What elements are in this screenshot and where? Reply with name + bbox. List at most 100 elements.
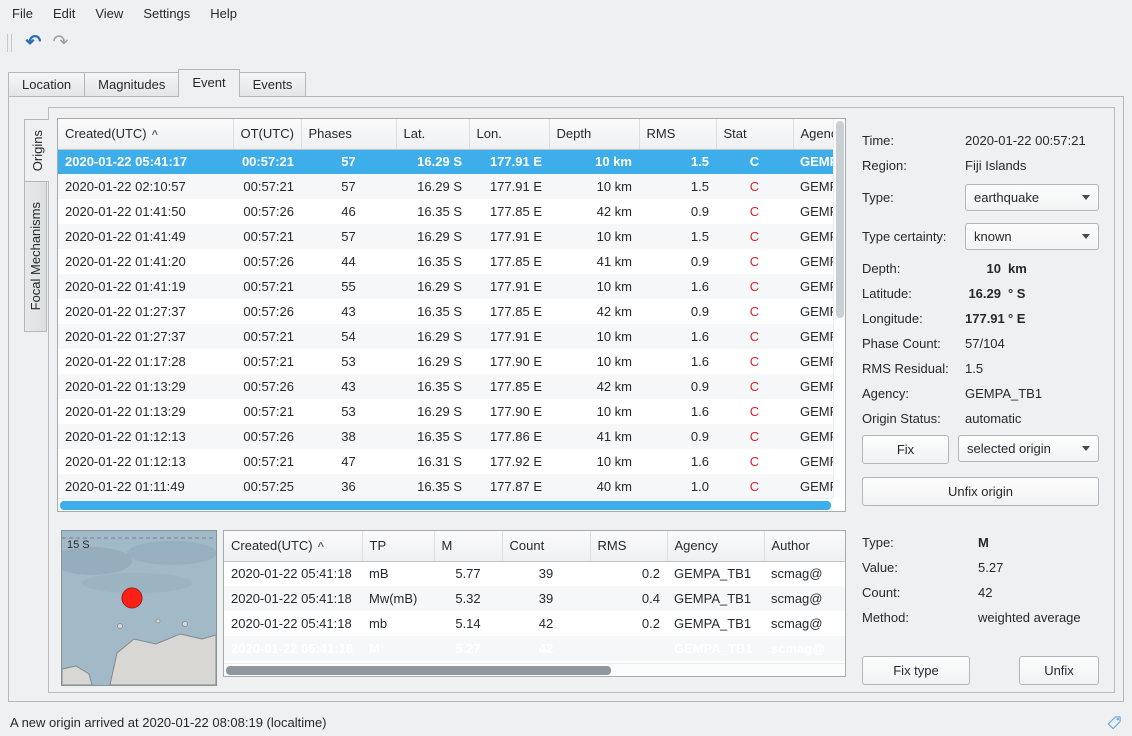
table-row[interactable]: 2020-01-22 01:41:1900:57:215516.29 S177.… <box>58 274 833 299</box>
table-row[interactable]: 2020-01-22 02:10:5700:57:215716.29 S177.… <box>58 174 833 199</box>
redo-button[interactable]: ↷ <box>47 30 74 57</box>
cell: 16.29 S <box>396 349 469 374</box>
column-header-rms[interactable]: RMS <box>590 531 667 561</box>
cell: 16.29 S <box>396 174 469 199</box>
cell: 0.2 <box>590 561 667 586</box>
type-certainty-combo[interactable]: known <box>965 223 1099 250</box>
cell: 16.31 S <box>396 449 469 474</box>
column-header-label: Depth <box>557 126 592 141</box>
column-header-stat[interactable]: Stat <box>716 119 793 149</box>
cell: GEMPA_TB1 <box>793 399 833 424</box>
column-header-label: Count <box>510 538 545 553</box>
origins-horizontal-scrollbar[interactable] <box>58 498 833 511</box>
tab-event[interactable]: Event <box>178 69 239 97</box>
epicenter-marker[interactable] <box>122 588 142 608</box>
magnitudes-table-viewport[interactable]: Created(UTC)^TPMCountRMSAgencyAuthor2020… <box>224 531 845 663</box>
cell: 2020-01-22 01:41:19 <box>58 274 233 299</box>
origins-table-viewport[interactable]: Created(UTC)^OT(UTC)PhasesLat.Lon. Depth R… <box>58 119 833 498</box>
column-header-created-utc[interactable]: Created(UTC)^ <box>58 119 233 149</box>
magnitudes-horizontal-scrollbar[interactable] <box>224 663 845 676</box>
toolbar-drag-handle[interactable] <box>7 34 12 52</box>
tab-origins[interactable]: Origins <box>24 119 49 182</box>
table-row[interactable]: 2020-01-22 01:12:1300:57:263816.35 S177.… <box>58 424 833 449</box>
cell: C <box>716 324 793 349</box>
column-header-created-utc[interactable]: Created(UTC)^ <box>224 531 362 561</box>
type-certainty-label: Type certainty: <box>862 229 965 244</box>
table-row[interactable]: 2020-01-22 05:41:18Mw(mB)5.32390.4GEMPA_… <box>224 586 845 611</box>
table-row[interactable]: 2020-01-22 05:41:18mb5.14420.2GEMPA_TB1s… <box>224 611 845 636</box>
map-view[interactable]: 15 S <box>61 530 217 686</box>
magnitudes-table: Created(UTC)^TPMCountRMSAgencyAuthor2020… <box>223 530 846 677</box>
fix-target-combo[interactable]: selected origin <box>958 435 1099 462</box>
fix-type-button[interactable]: Fix type <box>862 656 970 685</box>
tab-events[interactable]: Events <box>239 72 307 96</box>
column-header-lat[interactable]: Lat. <box>396 119 469 149</box>
cell: 10 km <box>549 324 639 349</box>
column-header-ot-utc[interactable]: OT(UTC) <box>233 119 301 149</box>
column-header-author[interactable]: Author <box>764 531 845 561</box>
tab-location[interactable]: Location <box>8 72 85 96</box>
cell: 2020-01-22 01:13:29 <box>58 374 233 399</box>
cell: 5.14 <box>434 611 502 636</box>
table-row[interactable]: 2020-01-22 01:27:3700:57:215416.29 S177.… <box>58 324 833 349</box>
origins-vertical-scrollbar-handle[interactable] <box>836 121 844 318</box>
column-header-lon[interactable]: Lon. <box>469 119 549 149</box>
column-header-rms[interactable]: RMS <box>639 119 716 149</box>
cell: 47 <box>301 449 396 474</box>
cell: 0.2 <box>590 611 667 636</box>
cell: C <box>716 249 793 274</box>
cell <box>590 636 667 661</box>
cell: C <box>716 274 793 299</box>
latitude-value: 16.29 <box>965 286 1001 301</box>
tab-magnitudes[interactable]: Magnitudes <box>84 72 179 96</box>
event-type-combo[interactable]: earthquake <box>965 184 1099 211</box>
table-row[interactable]: 2020-01-22 05:41:18mB5.77390.2GEMPA_TB1s… <box>224 561 845 586</box>
magnitudes-horizontal-scrollbar-handle[interactable] <box>226 666 611 675</box>
menu-view[interactable]: View <box>85 1 133 26</box>
type-field: Type: earthquake <box>862 178 1099 217</box>
table-row[interactable]: 2020-01-22 01:12:1300:57:214716.31 S177.… <box>58 449 833 474</box>
menu-help[interactable]: Help <box>200 1 247 26</box>
column-header-agency[interactable]: Agency <box>667 531 764 561</box>
unfix-button[interactable]: Unfix <box>1019 656 1099 685</box>
chevron-down-icon <box>1082 446 1090 451</box>
column-header-tp[interactable]: TP <box>362 531 434 561</box>
table-row[interactable]: 2020-01-22 01:17:2800:57:215316.29 S177.… <box>58 349 833 374</box>
tab-focal-mechanisms[interactable]: Focal Mechanisms <box>24 182 47 332</box>
agency-label: Agency: <box>862 386 965 401</box>
unfix-origin-button[interactable]: Unfix origin <box>862 477 1099 506</box>
cell: 2020-01-22 01:41:20 <box>58 249 233 274</box>
column-header-depth[interactable]: Depth <box>549 119 639 149</box>
column-header-m[interactable]: M <box>434 531 502 561</box>
cell: 00:57:26 <box>233 424 301 449</box>
table-row[interactable]: 2020-01-22 05:41:18M5.2742GEMPA_TB1scmag… <box>224 636 845 661</box>
magnitude-value-field: Value: 5.27 <box>862 555 1099 580</box>
table-row[interactable]: 2020-01-22 01:27:3700:57:264316.35 S177.… <box>58 299 833 324</box>
table-row[interactable]: 2020-01-22 01:13:2900:57:215316.29 S177.… <box>58 399 833 424</box>
menu-settings[interactable]: Settings <box>133 1 200 26</box>
undo-button[interactable]: ↶ <box>20 30 47 57</box>
cell: 2020-01-22 01:17:28 <box>58 349 233 374</box>
column-header-label: Agency <box>801 126 834 141</box>
column-header-count[interactable]: Count <box>502 531 590 561</box>
magnitude-info-panel: Type: M Value: 5.27 Count: 42 Method: we… <box>862 530 1099 685</box>
chevron-down-icon <box>1082 234 1090 239</box>
cell: 2020-01-22 01:11:49 <box>58 474 233 498</box>
table-row[interactable]: 2020-01-22 01:41:5000:57:264616.35 S177.… <box>58 199 833 224</box>
column-header-label: Agency <box>675 538 718 553</box>
cell: 177.87 E <box>469 474 549 498</box>
table-row[interactable]: 2020-01-22 01:13:2900:57:264316.35 S177.… <box>58 374 833 399</box>
table-row[interactable]: 2020-01-22 01:41:2000:57:264416.35 S177.… <box>58 249 833 274</box>
table-row[interactable]: 2020-01-22 05:41:1700:57:215716.29 S177.… <box>58 149 833 174</box>
origins-vertical-scrollbar[interactable] <box>833 119 845 498</box>
menu-file[interactable]: File <box>2 1 43 26</box>
origins-horizontal-scrollbar-handle[interactable] <box>60 501 831 510</box>
column-header-phases[interactable]: Phases <box>301 119 396 149</box>
table-row[interactable]: 2020-01-22 01:11:4900:57:253616.35 S177.… <box>58 474 833 498</box>
fix-button[interactable]: Fix <box>862 435 949 464</box>
origin-notification-icon[interactable] <box>1107 715 1122 730</box>
menu-edit[interactable]: Edit <box>43 1 85 26</box>
event-type-combo-value: earthquake <box>974 190 1039 205</box>
column-header-agency[interactable]: Agency <box>793 119 833 149</box>
table-row[interactable]: 2020-01-22 01:41:4900:57:215716.29 S177.… <box>58 224 833 249</box>
